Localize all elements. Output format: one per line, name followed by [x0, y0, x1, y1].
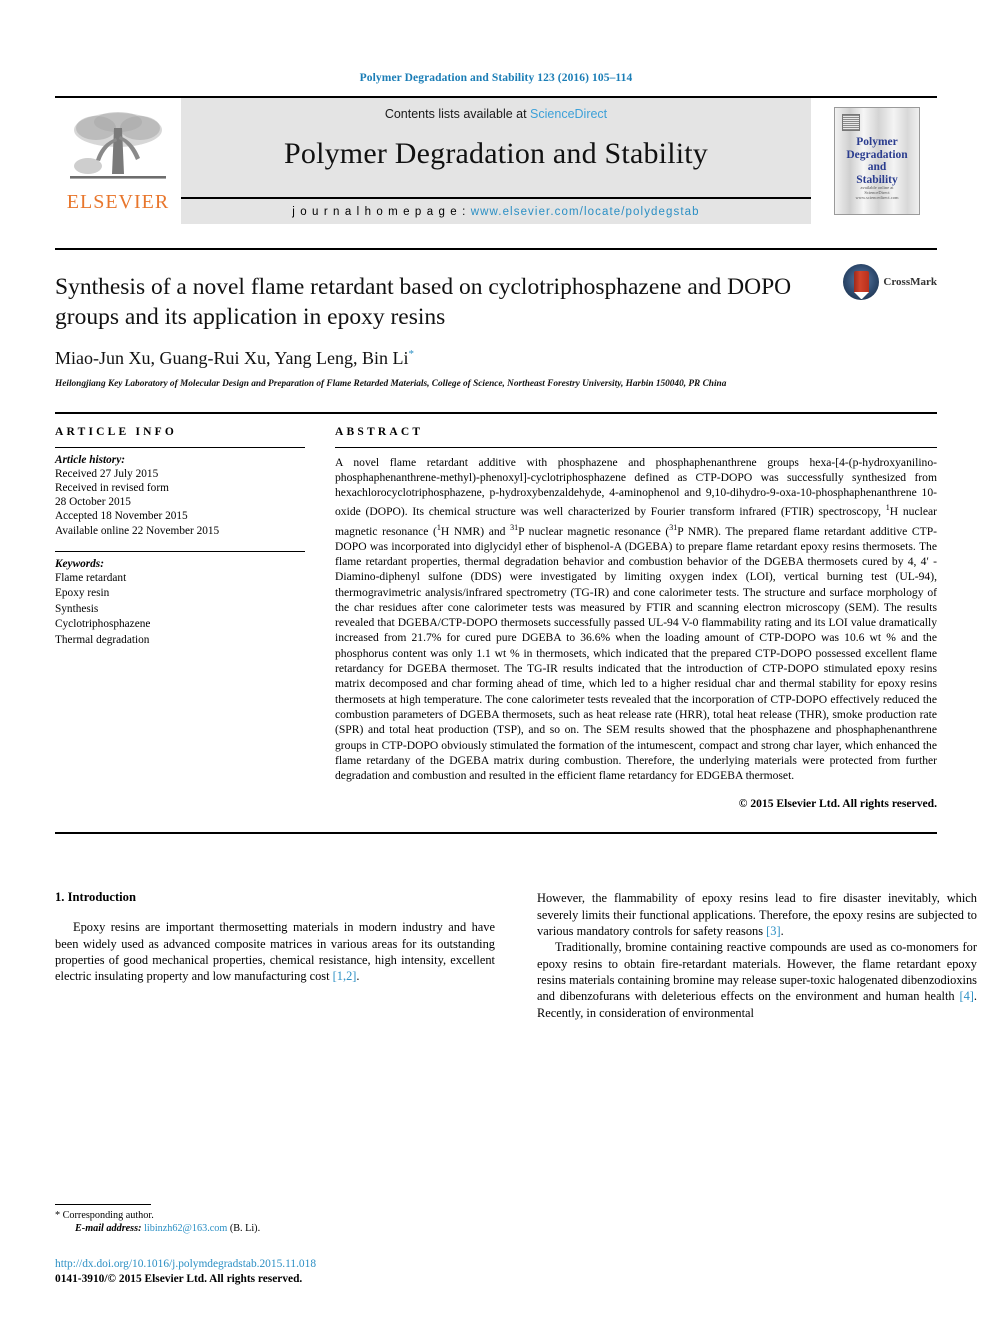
doi-block: http://dx.doi.org/10.1016/j.polymdegrads…: [55, 1257, 316, 1287]
email-label: E-mail address:: [75, 1223, 142, 1234]
abstract-text: A novel flame retardant additive with ph…: [335, 455, 938, 783]
keyword-item: Synthesis: [55, 602, 99, 615]
keywords-label: Keywords:: [55, 557, 104, 570]
journal-homepage-strip: j o u r n a l h o m e p a g e : www.else…: [181, 197, 811, 224]
issn-copyright-line: 0141-3910/© 2015 Elsevier Ltd. All right…: [55, 1273, 303, 1285]
crossmark-badge[interactable]: CrossMark: [843, 264, 937, 300]
footnote-block: * Corresponding author. E-mail address: …: [55, 1204, 495, 1235]
cover-title: Polymer Degradation and Stability: [846, 136, 908, 186]
elsevier-tree-icon: [70, 112, 166, 179]
intro-paragraph: Epoxy resins are important thermosetting…: [55, 920, 495, 984]
keyword-item: Flame retardant: [55, 571, 127, 584]
corresponding-author-note: * Corresponding author.: [55, 1209, 495, 1222]
email-owner: (B. Li).: [229, 1223, 261, 1234]
history-item: Accepted 18 November 2015: [55, 510, 188, 523]
section-heading-introduction: 1. Introduction: [55, 890, 136, 905]
corresponding-author-marker: *: [408, 348, 415, 360]
keyword-item: Epoxy resin: [55, 587, 110, 600]
page-title: Synthesis of a novel flame retardant bas…: [55, 274, 792, 330]
author-names: Miao-Jun Xu, Guang-Rui Xu, Yang Leng, Bi…: [55, 348, 409, 368]
affiliation: Heilongjiang Key Laboratory of Molecular…: [55, 379, 727, 389]
homepage-label: j o u r n a l h o m e p a g e :: [292, 206, 471, 218]
history-item: Received 27 July 2015: [55, 467, 159, 480]
article-page: Polymer Degradation and Stability 123 (2…: [0, 0, 992, 1323]
contents-lists-line: Contents lists available at ScienceDirec…: [385, 107, 607, 121]
article-history-label: Article history:: [55, 453, 125, 466]
author-list: Miao-Jun Xu, Guang-Rui Xu, Yang Leng, Bi…: [55, 348, 937, 369]
publisher-logo: ELSEVIER: [55, 98, 181, 224]
history-item: 28 October 2015: [55, 496, 131, 509]
homepage-url-link[interactable]: www.elsevier.com/locate/polydegstab: [471, 206, 700, 218]
cover-image: Polymer Degradation and Stability available…: [834, 107, 920, 215]
crossmark-label: CrossMark: [883, 276, 937, 288]
footnote-marker: *: [55, 1210, 61, 1221]
body-column-right: However, the flammability of epoxy resin…: [537, 890, 977, 1020]
info-abstract-region: ARTICLE INFO Article history: Received 2…: [55, 411, 938, 811]
corresponding-author-text: Corresponding author.: [62, 1210, 154, 1221]
abstract-heading: ABSTRACT: [335, 425, 424, 438]
article-info-column: ARTICLE INFO Article history: Received 2…: [55, 426, 305, 811]
keyword-item: Cyclotriphosphazene: [55, 618, 151, 631]
copyright-line: © 2015 Elsevier Ltd. All rights reserved…: [738, 797, 937, 811]
title-block: CrossMark Synthesis of a novel flame ret…: [55, 248, 937, 391]
journal-masthead: ELSEVIER Contents lists available at Sci…: [55, 96, 937, 224]
keyword-item: Thermal degradation: [55, 633, 150, 646]
body-columns: 1. Introduction Epoxy resins are importa…: [55, 890, 977, 1020]
doi-link[interactable]: http://dx.doi.org/10.1016/j.polymdegrads…: [55, 1257, 316, 1272]
cover-badge-icon: [842, 114, 860, 131]
body-separator-rule: [55, 832, 937, 835]
elsevier-wordmark: ELSEVIER: [66, 191, 170, 213]
body-column-left: 1. Introduction Epoxy resins are importa…: [55, 890, 495, 1020]
article-history-group: Article history: Received 27 July 2015 R…: [55, 448, 305, 538]
journal-title: Polymer Degradation and Stability: [283, 137, 709, 170]
journal-cover-thumbnail: Polymer Degradation and Stability available…: [811, 98, 937, 224]
keywords-group: Keywords: Flame retardant Epoxy resin Sy…: [55, 552, 305, 648]
running-head: Polymer Degradation and Stability 123 (2…: [359, 72, 633, 84]
crossmark-icon: [843, 264, 880, 300]
crossmark-book-icon: [853, 271, 869, 299]
citation-reference[interactable]: [1,2]: [333, 969, 357, 983]
masthead-center: Contents lists available at ScienceDirec…: [181, 98, 811, 224]
intro-paragraph: Traditionally, bromine containing reacti…: [537, 940, 977, 1020]
abstract-column: ABSTRACT A novel flame retardant additiv…: [335, 425, 938, 811]
article-info-heading: ARTICLE INFO: [55, 425, 178, 438]
history-item: Available online 22 November 2015: [55, 524, 220, 537]
cover-footer-text: available online at ScienceDirect www.scie…: [855, 185, 899, 200]
citation-reference[interactable]: [3]: [766, 924, 780, 938]
email-link[interactable]: libinzh62@163.com: [144, 1223, 227, 1234]
history-item: Received in revised form: [55, 481, 169, 494]
citation-reference[interactable]: [4]: [959, 989, 973, 1003]
footnote-rule: [55, 1204, 151, 1205]
email-note: E-mail address: libinzh62@163.com (B. Li…: [55, 1222, 495, 1235]
elsevier-logo: ELSEVIER: [64, 108, 172, 214]
contents-prefix: Contents lists available at: [384, 107, 531, 121]
intro-paragraph-continued: However, the flammability of epoxy resin…: [537, 891, 977, 939]
sciencedirect-link[interactable]: ScienceDirect: [530, 107, 607, 121]
